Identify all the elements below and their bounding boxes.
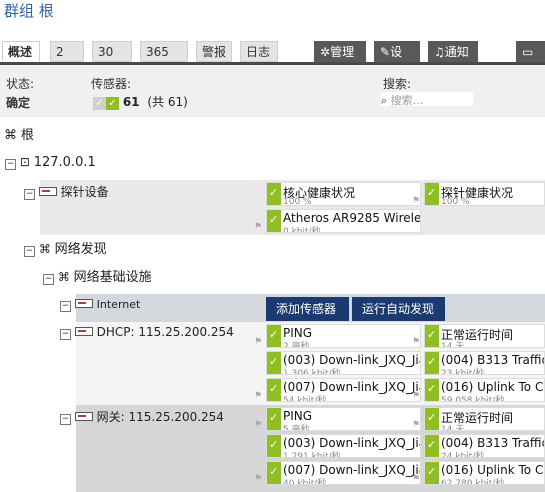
collapse-icon[interactable]: − xyxy=(24,189,35,200)
tab-comments[interactable]: ▭ xyxy=(516,41,545,62)
sensors-label: 传感器: xyxy=(91,77,132,91)
collapse-icon[interactable]: − xyxy=(60,414,71,425)
sensor-dhcp-uptime[interactable]: 正常运行时间 14 天 xyxy=(424,324,545,348)
ok-check-icon xyxy=(267,183,281,205)
group-icon: ⌘ xyxy=(57,270,70,284)
ok-check-icon xyxy=(425,408,439,430)
tab-settings[interactable]: ✎设置 xyxy=(374,41,420,80)
gear-icon: ✲ xyxy=(320,45,331,59)
sensor-wireless[interactable]: Atheros AR9285 Wireles 0 kbit/秒 xyxy=(266,209,421,233)
page-title: 群组 根 xyxy=(4,2,54,20)
sensors-count: 61 xyxy=(122,95,140,109)
tab-bar: 概述 2 天 30 天 365 天 警报 日志 ✲管理 ✎设置 ♫通知 ▭ xyxy=(2,41,545,80)
check-icon-green: ✓ xyxy=(106,97,119,110)
status-bar xyxy=(0,65,545,117)
search-icon: ⌕ xyxy=(381,94,388,107)
ok-check-icon xyxy=(425,462,439,484)
flag-icon: ⚑ xyxy=(412,196,421,206)
sensor-gw-004[interactable]: (004) B313 Traffic 24 kbit/秒 xyxy=(424,434,545,458)
tree-device-dhcp[interactable]: − DHCP: 115.25.200.254 xyxy=(60,325,234,340)
check-icon-grey: ✓ xyxy=(93,97,106,110)
ok-check-icon xyxy=(425,325,439,347)
ok-check-icon xyxy=(425,379,439,401)
comment-icon: ▭ xyxy=(522,45,534,59)
collapse-icon[interactable]: − xyxy=(60,301,71,312)
tab-management[interactable]: ✲管理 xyxy=(314,41,366,62)
sensor-dhcp-007[interactable]: (007) Down-link_JXQ_Jia 54 kbit/秒 xyxy=(266,378,421,402)
sensor-dhcp-003[interactable]: (003) Down-link_JXQ_Jia 1,306 kbit/秒 xyxy=(266,351,421,375)
flag-icon: ⚑ xyxy=(254,222,263,232)
ok-check-icon xyxy=(267,462,281,484)
tab-log[interactable]: 日志 xyxy=(240,41,278,62)
ok-check-icon xyxy=(267,435,281,457)
tab-overview[interactable]: 概述 xyxy=(2,41,40,62)
ok-check-icon xyxy=(267,379,281,401)
sensor-gw-003[interactable]: (003) Down-link_JXQ_Jia 1,291 kbit/秒 xyxy=(266,434,421,458)
tab-alarms[interactable]: 警报 xyxy=(196,41,232,62)
sensor-dhcp-004[interactable]: (004) B313 Traffic 23 kbit/秒 xyxy=(424,351,545,375)
sensor-gw-uptime[interactable]: 正常运行时间 14 天 xyxy=(424,407,545,431)
ok-check-icon xyxy=(267,352,281,374)
device-icon xyxy=(74,327,93,336)
collapse-icon[interactable]: − xyxy=(5,159,16,170)
flag-icon: ⚑ xyxy=(412,337,421,347)
status-value: 确定 xyxy=(6,96,31,110)
add-sensor-button[interactable]: 添加传感器 xyxy=(266,297,349,321)
tab-notifications[interactable]: ♫通知 xyxy=(428,41,478,62)
collapse-icon[interactable]: − xyxy=(43,274,54,285)
flag-icon: ⚑ xyxy=(254,420,263,430)
flag-icon: ⚑ xyxy=(412,474,421,484)
probe-icon: ⊡ xyxy=(19,155,30,169)
flag-icon: ⚑ xyxy=(254,337,263,347)
sensor-gw-007[interactable]: (007) Down-link_JXQ_Jia 40 kbit/秒 xyxy=(266,461,421,485)
sensors-summary[interactable]: ✓ ✓ 61 (共 61) xyxy=(93,93,188,110)
tree-probe-device[interactable]: − 探针设备 xyxy=(24,183,109,200)
sensor-probe-health[interactable]: 探针健康状况 100 % xyxy=(424,182,545,206)
tree-device-gateway[interactable]: − 网关: 115.25.200.254 xyxy=(60,408,224,425)
tree-root[interactable]: ⌘ 根 xyxy=(4,124,34,143)
flag-icon: ⚑ xyxy=(254,391,263,401)
flag-icon: ⚑ xyxy=(412,391,421,401)
sensors-total: (共 61) xyxy=(147,95,188,109)
search-input[interactable]: ⌕ 搜索... xyxy=(381,92,473,107)
sensor-core-health[interactable]: 核心健康状况 100 % xyxy=(266,182,421,206)
sensor-dhcp-ping[interactable]: PING 2 毫秒 xyxy=(266,324,421,348)
ok-check-icon xyxy=(267,408,281,430)
auto-discovery-button[interactable]: 运行自动发现 xyxy=(352,297,445,321)
ok-check-icon xyxy=(267,325,281,347)
device-icon xyxy=(74,412,93,421)
tree-probe[interactable]: − ⊡ 127.0.0.1 xyxy=(5,155,96,170)
ok-check-icon xyxy=(267,210,281,232)
flag-icon: ⚑ xyxy=(254,474,263,484)
tree-device-internet[interactable]: − Internet xyxy=(60,297,140,312)
flag-icon: ⚑ xyxy=(412,420,421,430)
status-label: 状态: xyxy=(6,77,35,91)
group-icon: ⌘ xyxy=(38,242,51,256)
ok-check-icon xyxy=(425,183,439,205)
collapse-icon[interactable]: − xyxy=(24,246,35,257)
tab-30days[interactable]: 30 天 xyxy=(92,41,132,80)
tree-group-infrastructure[interactable]: − ⌘ 网络基础设施 xyxy=(43,266,152,285)
search-label: 搜索: xyxy=(383,77,412,91)
collapse-icon[interactable]: − xyxy=(60,329,71,340)
sensor-gw-ping[interactable]: PING 5 毫秒 xyxy=(266,407,421,431)
device-icon xyxy=(74,299,93,308)
network-icon: ⌘ xyxy=(4,128,17,143)
sensor-gw-016[interactable]: (016) Uplink To Cor 62,780 kbit/秒 xyxy=(424,461,545,485)
ok-check-icon xyxy=(425,352,439,374)
ok-check-icon xyxy=(425,435,439,457)
wrench-icon: ✎ xyxy=(380,45,391,59)
tab-2days[interactable]: 2 天 xyxy=(50,41,84,80)
sensor-dhcp-016[interactable]: (016) Uplink To Cor 59,058 kbit/秒 xyxy=(424,378,545,402)
bell-icon: ♫ xyxy=(434,45,445,59)
device-icon xyxy=(38,187,57,196)
tab-365days[interactable]: 365 天 xyxy=(140,41,188,80)
tree-group-discovery[interactable]: − ⌘ 网络发现 xyxy=(24,238,107,257)
